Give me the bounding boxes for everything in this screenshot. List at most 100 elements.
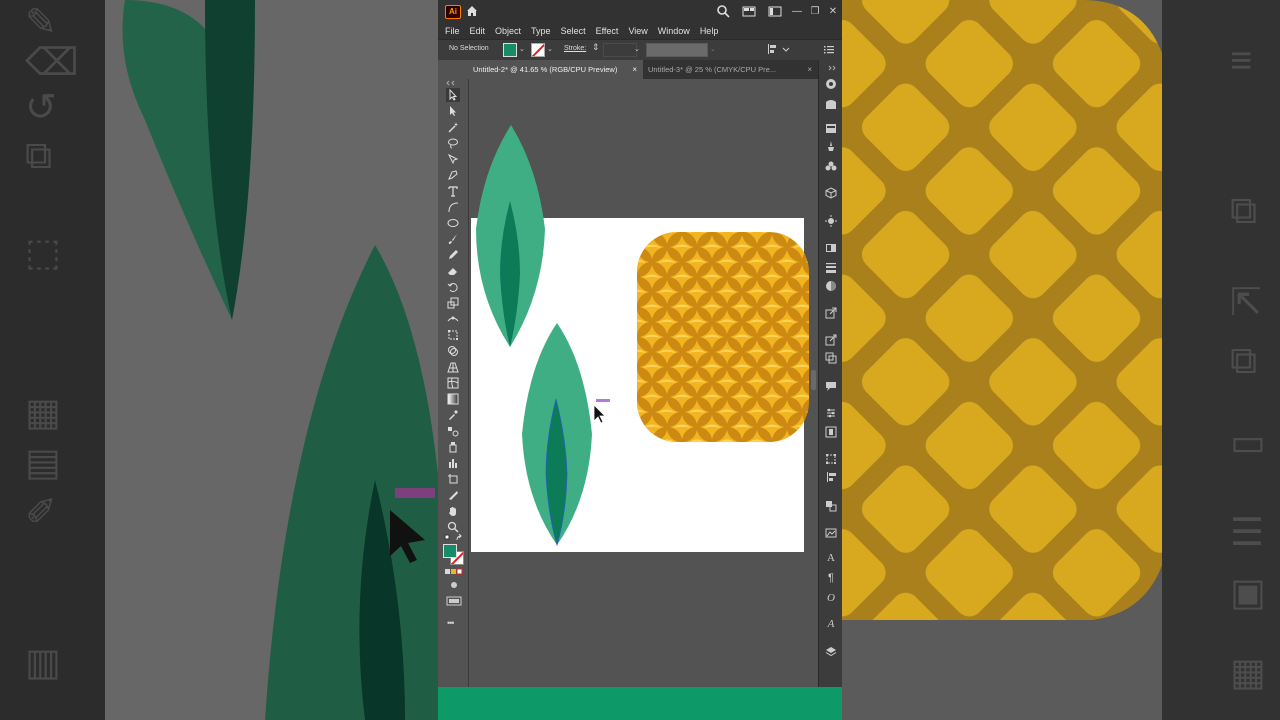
menu-help[interactable]: Help xyxy=(700,26,719,36)
eraser-tool[interactable] xyxy=(446,264,460,278)
collapse-panel-icon[interactable] xyxy=(446,80,460,86)
expand-panels-icon[interactable] xyxy=(827,65,837,71)
hand-tool[interactable] xyxy=(446,504,460,518)
tab-untitled-3[interactable]: Untitled-3* @ 25 % (CMYK/CPU Pre... × xyxy=(643,60,818,79)
tab-close-icon[interactable]: × xyxy=(632,60,637,79)
close-button[interactable]: ✕ xyxy=(824,6,842,17)
menu-edit[interactable]: Edit xyxy=(470,26,486,36)
symbols-icon[interactable] xyxy=(825,160,837,172)
more-tools-icon[interactable]: ••• xyxy=(447,618,455,628)
column-graph-tool[interactable] xyxy=(446,456,460,470)
stroke-panel-icon[interactable] xyxy=(825,261,837,273)
direct-selection-tool[interactable] xyxy=(446,104,460,118)
paragraph-icon[interactable]: ¶ xyxy=(825,572,837,584)
arrange-documents-icon[interactable] xyxy=(742,4,756,18)
stroke-swatch[interactable] xyxy=(531,43,545,57)
fill-color-box[interactable] xyxy=(443,544,457,558)
magic-wand-tool[interactable] xyxy=(446,120,460,134)
gradient-panel-icon[interactable] xyxy=(825,242,837,254)
appearance-icon[interactable] xyxy=(825,215,837,227)
screen-mode-icon[interactable] xyxy=(446,596,462,606)
menu-type[interactable]: Type xyxy=(531,26,551,36)
layers-stack-icon[interactable] xyxy=(825,500,837,512)
stroke-weight-dropdown-icon[interactable]: ⌄ xyxy=(634,45,640,53)
lasso-tool[interactable] xyxy=(446,136,460,150)
transparency-icon[interactable] xyxy=(825,280,837,292)
draw-mode-icon[interactable] xyxy=(447,580,461,590)
properties-icon[interactable] xyxy=(825,407,837,419)
stroke-label[interactable]: Stroke: xyxy=(564,45,586,52)
pen-tool[interactable] xyxy=(446,152,460,166)
menu-effect[interactable]: Effect xyxy=(596,26,619,36)
asset-export-icon[interactable] xyxy=(825,307,837,319)
home-icon[interactable] xyxy=(465,4,479,18)
vertical-scrollbar[interactable] xyxy=(809,80,818,688)
rotate-tool[interactable] xyxy=(446,280,460,294)
pencil-icon xyxy=(449,250,458,259)
paintbrush-tool[interactable] xyxy=(446,232,460,246)
arc-tool[interactable] xyxy=(446,200,460,214)
opentype-icon[interactable]: O xyxy=(825,592,837,604)
align-icon[interactable] xyxy=(766,43,778,55)
symbol-sprayer-tool[interactable] xyxy=(446,440,460,454)
blend-tool[interactable] xyxy=(446,424,460,438)
width-tool[interactable] xyxy=(446,312,460,326)
minimize-button[interactable]: — xyxy=(788,6,806,17)
stroke-weight-stepper-icon[interactable]: ⇕ xyxy=(592,42,600,53)
curvature-tool[interactable] xyxy=(446,168,460,182)
pineapple-cell xyxy=(640,205,664,229)
libraries-icon[interactable] xyxy=(825,122,837,134)
pineapple-cell xyxy=(610,385,634,409)
image-trace-icon[interactable] xyxy=(825,527,837,539)
control-bar-menu-icon[interactable] xyxy=(823,43,835,55)
maximize-button[interactable]: ❐ xyxy=(806,6,824,17)
menu-object[interactable]: Object xyxy=(495,26,521,36)
search-icon[interactable] xyxy=(716,4,730,18)
scale-tool[interactable] xyxy=(446,296,460,310)
pineapple-cell-highlight xyxy=(643,215,661,219)
artboard-tool[interactable] xyxy=(446,472,460,486)
align-dropdown-icon[interactable] xyxy=(782,43,790,55)
cc-libraries-icon[interactable] xyxy=(825,426,837,438)
tab-untitled-2[interactable]: Untitled-2* @ 41.65 % (RGB/CPU Preview) … xyxy=(468,60,643,79)
type-tool[interactable] xyxy=(446,184,460,198)
shape-builder-tool[interactable] xyxy=(446,344,460,358)
gradient-tool[interactable] xyxy=(446,392,460,406)
ellipse-tool[interactable] xyxy=(446,216,460,230)
tab-close-icon[interactable]: × xyxy=(807,60,812,79)
brushes-icon[interactable] xyxy=(825,140,837,152)
menu-file[interactable]: File xyxy=(445,26,460,36)
3d-materials-icon[interactable] xyxy=(825,187,837,199)
color-icon[interactable] xyxy=(825,98,837,110)
pencil-tool[interactable] xyxy=(446,248,460,262)
variable-width-profile[interactable] xyxy=(646,43,708,57)
selection-tool[interactable] xyxy=(446,88,460,102)
stroke-weight-field[interactable] xyxy=(603,43,637,57)
eyedropper-tool[interactable] xyxy=(446,408,460,422)
workspace-switcher-icon[interactable] xyxy=(768,4,782,18)
stroke-dropdown-icon[interactable]: ⌄ xyxy=(547,45,553,53)
default-swap-colors-icon[interactable] xyxy=(444,534,464,542)
color-guide-icon[interactable] xyxy=(825,78,837,90)
menu-select[interactable]: Select xyxy=(561,26,586,36)
export-icon[interactable] xyxy=(825,334,837,346)
glyphs-icon[interactable]: A xyxy=(825,618,837,630)
menu-view[interactable]: View xyxy=(628,26,647,36)
perspective-grid-tool[interactable] xyxy=(446,360,460,374)
transform-icon[interactable] xyxy=(825,453,837,465)
free-transform-tool[interactable] xyxy=(446,328,460,342)
color-mode-icons[interactable] xyxy=(444,568,464,576)
pathfinder-icon[interactable] xyxy=(825,352,837,364)
zoom-tool[interactable] xyxy=(446,520,460,534)
fill-swatch[interactable] xyxy=(503,43,517,57)
character-icon[interactable]: A xyxy=(825,552,837,564)
slice-tool[interactable] xyxy=(446,488,460,502)
comments-icon[interactable] xyxy=(825,380,837,392)
fill-dropdown-icon[interactable]: ⌄ xyxy=(519,45,525,53)
menu-window[interactable]: Window xyxy=(658,26,690,36)
mesh-tool[interactable] xyxy=(446,376,460,390)
profile-dropdown-icon[interactable]: ⌄ xyxy=(710,45,716,53)
align-panel-icon[interactable] xyxy=(825,471,837,483)
scrollbar-thumb[interactable] xyxy=(811,370,816,390)
layers-icon[interactable] xyxy=(825,646,837,658)
